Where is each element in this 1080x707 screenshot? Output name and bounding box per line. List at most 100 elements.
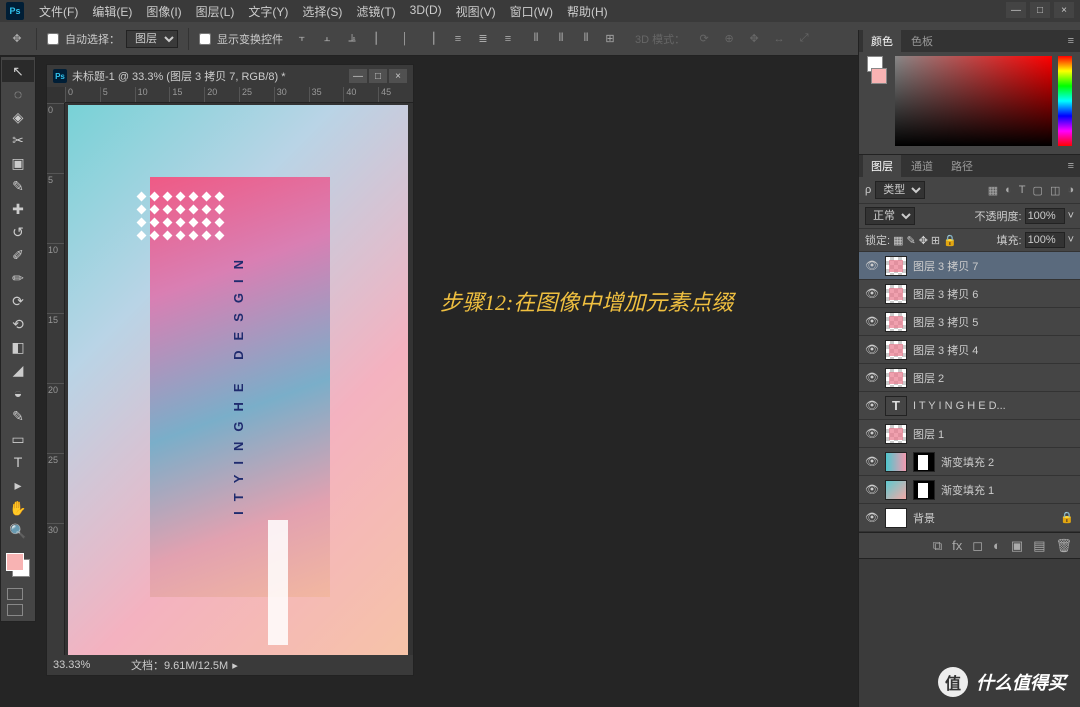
layer-thumb[interactable] [885,312,907,332]
doc-maximize-button[interactable]: □ [369,69,387,83]
new-layer-icon[interactable]: ▤ [1033,538,1045,554]
filter-pixel-icon[interactable]: ▦ [988,184,998,197]
layer-row[interactable]: 👁渐变填充 2 [859,448,1080,476]
visibility-icon[interactable]: 👁 [865,427,879,440]
dist-left-icon[interactable]: ⦀ [527,30,545,48]
align-vcenter-icon[interactable]: ⫠ [318,30,336,48]
filter-shape-icon[interactable]: ▢ [1033,184,1043,197]
visibility-icon[interactable]: 👁 [865,455,879,468]
visibility-icon[interactable]: 👁 [865,315,879,328]
color-field[interactable] [895,56,1052,146]
tool-12[interactable]: ◧ [2,336,34,358]
lock-paint-icon[interactable]: ✎ [906,234,915,247]
fill-arrow-icon[interactable]: ˅ [1068,234,1074,246]
tool-15[interactable]: ✎ [2,405,34,427]
align-left-icon[interactable]: ▏ [371,30,389,48]
menu-文字[interactable]: 文字(Y) [241,0,295,23]
panel-bg-swatch[interactable] [871,68,887,84]
menu-视图[interactable]: 视图(V) [449,0,503,23]
layer-row[interactable]: 👁图层 3 拷贝 4 [859,336,1080,364]
link-layers-icon[interactable]: ⧉ [933,538,942,554]
auto-select-checkbox[interactable] [47,33,59,45]
tool-20[interactable]: 🔍 [2,520,34,542]
pan-icon[interactable]: ✥ [745,30,763,48]
tab-paths[interactable]: 路径 [943,155,981,177]
tool-6[interactable]: ✚ [2,198,34,220]
align-top-icon[interactable]: ⫟ [293,30,311,48]
dist-hcenter-icon[interactable]: ⦀ [552,30,570,48]
document-titlebar[interactable]: Ps 未标题-1 @ 33.3% (图层 3 拷贝 7, RGB/8) * — … [47,65,413,87]
menu-图层[interactable]: 图层(L) [189,0,242,23]
align-right-icon[interactable]: ▕ [421,30,439,48]
layer-mask-thumb[interactable] [913,452,935,472]
tool-14[interactable]: ◒ [2,382,34,404]
layer-row[interactable]: 👁TI T Y I N G H E D... [859,392,1080,420]
layer-mask-icon[interactable]: ◻ [972,538,983,554]
layer-thumb[interactable] [885,368,907,388]
arrange-icon[interactable]: ⊞ [601,30,619,48]
lock-artboard-icon[interactable]: ⊞ [931,234,940,247]
slide-icon[interactable]: ↔ [770,30,788,48]
blend-mode-dropdown[interactable]: 正常 [865,207,915,225]
layer-thumb[interactable]: T [885,396,907,416]
visibility-icon[interactable]: 👁 [865,259,879,272]
menu-窗口[interactable]: 窗口(W) [503,0,560,23]
tool-19[interactable]: ✋ [2,497,34,519]
align-bottom-icon[interactable]: ⫡ [343,30,361,48]
tool-16[interactable]: ▭ [2,428,34,450]
show-transform-checkbox[interactable] [199,33,211,45]
layer-row[interactable]: 👁图层 3 拷贝 7 [859,252,1080,280]
color-panel-menu-icon[interactable]: ≡ [1062,35,1080,47]
visibility-icon[interactable]: 👁 [865,371,879,384]
dist-top-icon[interactable]: ≡ [449,30,467,48]
foreground-swatch[interactable] [6,553,24,571]
menu-编辑[interactable]: 编辑(E) [85,0,139,23]
orbit-icon[interactable]: ⟳ [695,30,713,48]
doc-close-button[interactable]: × [389,69,407,83]
doc-info-arrow-icon[interactable]: ▸ [232,659,238,672]
auto-select-dropdown[interactable]: 图层 [126,30,178,48]
tool-10[interactable]: ⟳ [2,290,34,312]
layer-thumb[interactable] [885,508,907,528]
menu-3D[interactable]: 3D(D) [403,0,449,23]
ruler-horizontal[interactable]: 051015202530354045 [65,87,413,103]
tool-0[interactable]: ↖ [2,60,34,82]
menu-文件[interactable]: 文件(F) [32,0,85,23]
tool-17[interactable]: T [2,451,34,473]
visibility-icon[interactable]: 👁 [865,483,879,496]
opacity-input[interactable] [1025,208,1065,224]
zoom-level[interactable]: 33.33% [53,659,113,671]
layer-row[interactable]: 👁图层 2 [859,364,1080,392]
tab-layers[interactable]: 图层 [863,155,901,177]
layer-thumb[interactable] [885,284,907,304]
roll-icon[interactable]: ⊕ [720,30,738,48]
tool-9[interactable]: ✏ [2,267,34,289]
lock-trans-icon[interactable]: ▦ [893,234,903,247]
tool-8[interactable]: ✐ [2,244,34,266]
tool-13[interactable]: ◢ [2,359,34,381]
menu-选择[interactable]: 选择(S) [295,0,349,23]
delete-layer-icon[interactable]: 🗑 [1055,538,1072,554]
layer-row[interactable]: 👁渐变填充 1 [859,476,1080,504]
maximize-button[interactable]: □ [1030,2,1050,18]
tab-color[interactable]: 颜色 [863,30,901,52]
dist-right-icon[interactable]: ⦀ [577,30,595,48]
layer-kind-dropdown[interactable]: 类型 [875,181,925,199]
tool-2[interactable]: ◈ [2,106,34,128]
layer-thumb[interactable] [885,340,907,360]
layer-row[interactable]: 👁图层 3 拷贝 6 [859,280,1080,308]
menu-滤镜[interactable]: 滤镜(T) [349,0,402,23]
fill-input[interactable] [1025,232,1065,248]
tool-18[interactable]: ▸ [2,474,34,496]
visibility-icon[interactable]: 👁 [865,287,879,300]
dist-bottom-icon[interactable]: ≡ [499,30,517,48]
tool-7[interactable]: ↺ [2,221,34,243]
visibility-icon[interactable]: 👁 [865,343,879,356]
dist-vcenter-icon[interactable]: ≣ [474,30,492,48]
menu-图像[interactable]: 图像(I) [139,0,188,23]
lock-pos-icon[interactable]: ✥ [919,234,928,247]
menu-帮助[interactable]: 帮助(H) [560,0,615,23]
tab-channels[interactable]: 通道 [903,155,941,177]
close-button[interactable]: × [1054,2,1074,18]
tool-3[interactable]: ✂ [2,129,34,151]
